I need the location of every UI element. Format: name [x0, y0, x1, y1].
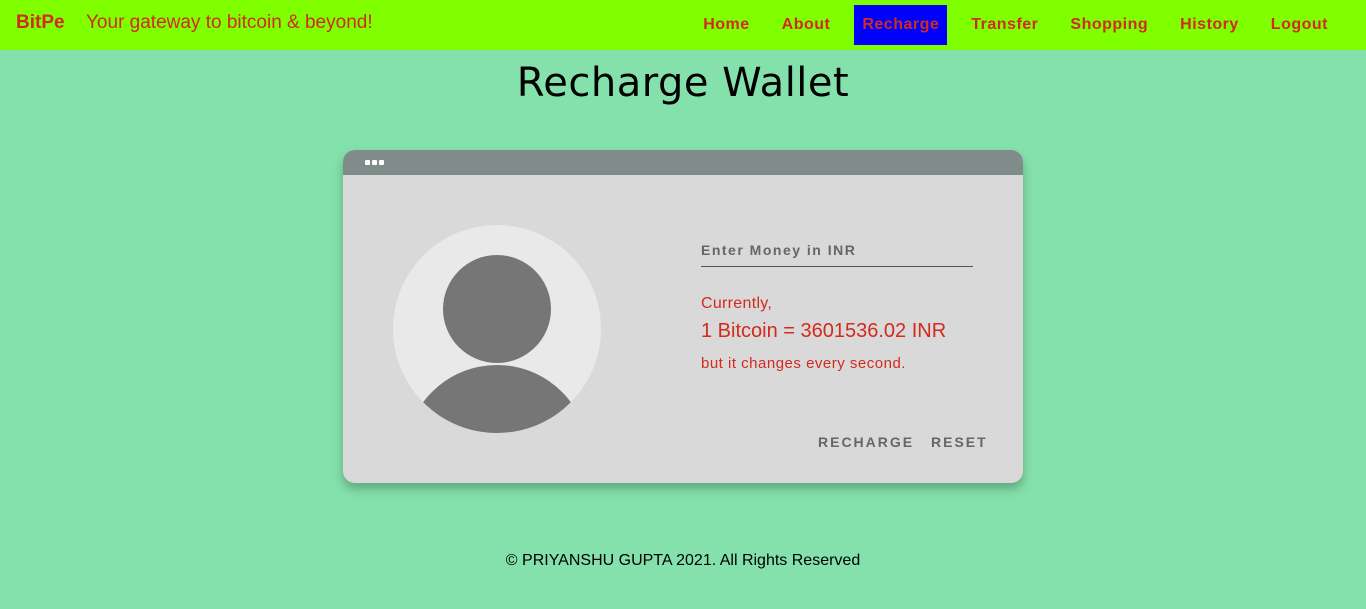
reset-button[interactable]: RESET	[931, 434, 988, 450]
nav-link-about[interactable]: About	[774, 5, 839, 45]
window-title-bar	[343, 150, 1023, 175]
navbar: BitPe Your gateway to bitcoin & beyond! …	[0, 0, 1366, 50]
nav-link-shopping[interactable]: Shopping	[1062, 5, 1156, 45]
nav-link-logout[interactable]: Logout	[1263, 5, 1336, 45]
nav-links: Home About Recharge Transfer Shopping Hi…	[687, 0, 1366, 50]
page-title: Recharge Wallet	[516, 60, 850, 106]
rate-prefix: Currently,	[701, 295, 773, 312]
nav-link-home[interactable]: Home	[695, 5, 757, 45]
footer-copyright: © PRIYANSHU GUPTA 2021. All Rights Reser…	[505, 552, 861, 569]
user-avatar-icon	[393, 225, 601, 433]
rate-note: but it changes every second.	[701, 355, 906, 372]
recharge-card: Currently, 1 Bitcoin = 3601536.02 INR bu…	[343, 150, 1023, 483]
brand-logo[interactable]: BitPe	[16, 12, 65, 34]
money-input[interactable]	[701, 235, 973, 265]
nav-link-history[interactable]: History	[1172, 5, 1247, 45]
window-dots-icon	[365, 160, 384, 165]
tagline: Your gateway to bitcoin & beyond!	[86, 12, 373, 33]
recharge-button[interactable]: RECHARGE	[818, 434, 914, 450]
nav-link-recharge[interactable]: Recharge	[854, 5, 948, 45]
nav-link-transfer[interactable]: Transfer	[963, 5, 1046, 45]
money-input-field	[701, 235, 973, 267]
bitcoin-rate: 1 Bitcoin = 3601536.02 INR	[701, 320, 947, 342]
